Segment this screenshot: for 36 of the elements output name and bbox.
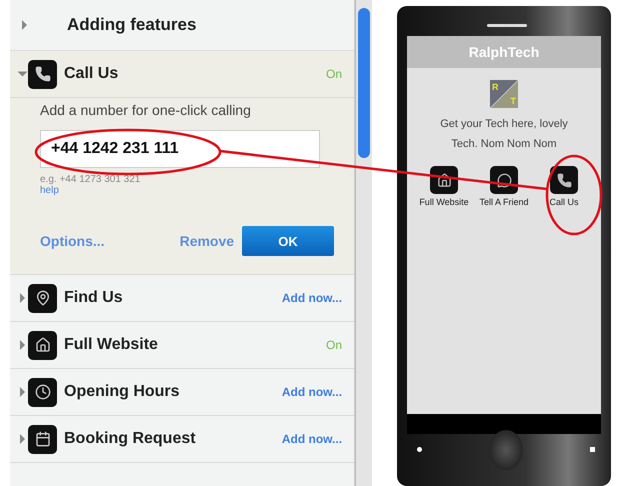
status-text: On: [326, 338, 342, 352]
scrollbar-thumb[interactable]: [358, 8, 370, 158]
feature-label[interactable]: Opening Hours: [64, 383, 279, 401]
ok-button[interactable]: OK: [242, 226, 334, 256]
shortcut-label[interactable]: Call Us: [549, 197, 578, 207]
logo-letter: R: [492, 82, 498, 92]
back-key[interactable]: [417, 447, 422, 452]
home-key[interactable]: [489, 430, 523, 470]
feature-label[interactable]: Full Website: [64, 336, 324, 354]
speaker-grille: [487, 24, 527, 27]
expand-arrow-icon[interactable]: [22, 20, 27, 30]
tagline: Get your Tech here, lovely Tech. Nom Nom Nom: [439, 117, 569, 152]
status-text: On: [326, 67, 342, 81]
field-prompt: Add a number for one-click calling: [40, 102, 252, 118]
app-title-bar: RalphTech: [407, 36, 601, 68]
clock-icon: [28, 378, 57, 406]
house-icon[interactable]: [430, 166, 458, 194]
feature-label[interactable]: Booking Request: [64, 430, 279, 448]
feature-label[interactable]: Call Us: [64, 65, 324, 83]
add-now-link[interactable]: Add now...: [282, 432, 342, 446]
add-now-link[interactable]: Add now...: [282, 291, 342, 305]
add-now-link[interactable]: Add now...: [282, 385, 342, 399]
feature-label[interactable]: Find Us: [64, 289, 279, 307]
logo-letter: T: [510, 96, 516, 106]
example-hint: e.g. +44 1273 301 321: [40, 174, 142, 185]
phone-number-field[interactable]: +44 1242 231 111: [40, 130, 320, 168]
house-icon: [28, 330, 57, 360]
shortcut-label[interactable]: Tell A Friend: [479, 197, 529, 207]
phone-icon: [28, 60, 57, 88]
scrollbar-track[interactable]: [355, 0, 372, 486]
section-title: Adding features: [67, 15, 196, 35]
shortcut-label[interactable]: Full Website: [419, 197, 469, 207]
pin-icon: [28, 284, 57, 312]
phone-icon[interactable]: [550, 166, 578, 194]
chat-bubble-icon[interactable]: [490, 166, 518, 194]
calendar-icon: [28, 424, 57, 454]
